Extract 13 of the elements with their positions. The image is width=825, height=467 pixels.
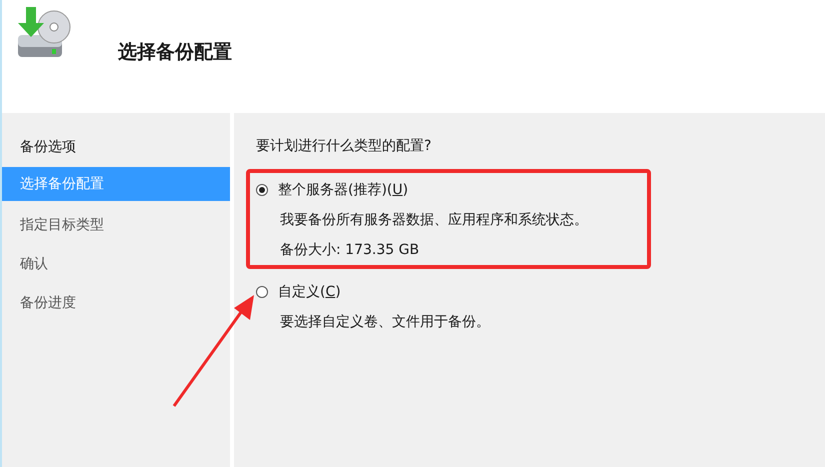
radio-icon[interactable] (256, 286, 268, 298)
radio-option[interactable]: 自定义(C) (256, 283, 341, 301)
sidebar-item[interactable]: 指定目标类型 (2, 205, 230, 244)
sidebar-heading: 备份选项 (19, 138, 77, 157)
option-description: 要选择自定义卷、文件用于备份。 (280, 313, 491, 331)
option-description: 备份大小: 173.35 GB (280, 241, 420, 259)
sidebar-item[interactable]: 确认 (2, 244, 230, 283)
page-title: 选择备份配置 (118, 40, 232, 65)
radio-option[interactable]: 整个服务器(推荐)(U) (256, 181, 408, 199)
question-text: 要计划进行什么类型的配置? (256, 137, 432, 155)
option-description: 我要备份所有服务器数据、应用程序和系统状态。 (280, 211, 589, 229)
sidebar-item[interactable]: 备份进度 (2, 283, 230, 322)
radio-icon[interactable] (256, 184, 268, 196)
